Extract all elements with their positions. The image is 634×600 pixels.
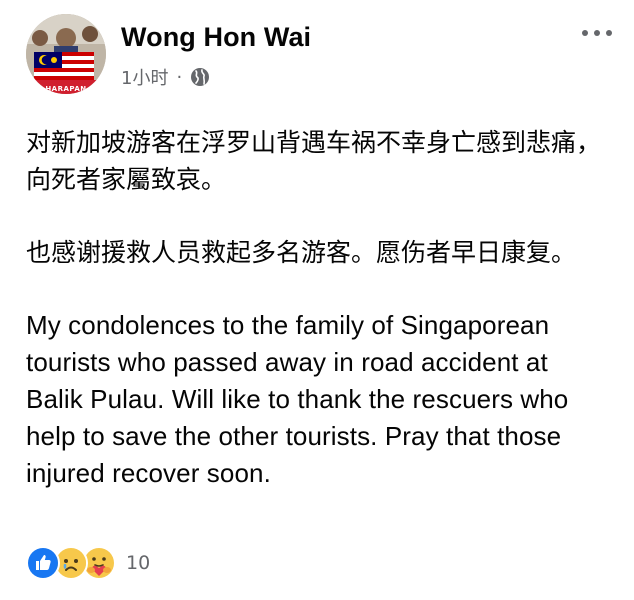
- post-header: HARAPAN Wong Hon Wai 1小时 ·: [26, 14, 616, 100]
- post-paragraph-en: My condolences to the family of Singapor…: [26, 310, 569, 488]
- more-dot: [606, 30, 612, 36]
- post-timestamp[interactable]: 1小时: [121, 64, 168, 90]
- post-meta: 1小时 ·: [121, 64, 210, 90]
- meta-separator: ·: [176, 66, 183, 88]
- more-dot: [594, 30, 600, 36]
- globe-icon[interactable]: [190, 67, 210, 87]
- more-options-icon[interactable]: [582, 30, 612, 36]
- author-avatar[interactable]: HARAPAN: [26, 14, 106, 94]
- facebook-post: HARAPAN Wong Hon Wai 1小时 · 对新加坡游客在浮罗山背遇车…: [0, 0, 634, 600]
- more-dot: [582, 30, 588, 36]
- like-reaction-icon: [26, 546, 60, 580]
- post-paragraph-zh-2: 也感谢援救人员救起多名游客。愿伤者早日康复。: [26, 238, 577, 267]
- avatar-badge-text: HARAPAN: [45, 85, 87, 93]
- reactions-summary[interactable]: 10: [26, 546, 150, 580]
- reactions-count: 10: [126, 552, 151, 574]
- post-paragraph-zh-1: 对新加坡游客在浮罗山背遇车祸不幸身亡感到悲痛，向死者家屬致哀。: [26, 128, 602, 194]
- author-name[interactable]: Wong Hon Wai: [121, 22, 311, 53]
- post-body: 对新加坡游客在浮罗山背遇车祸不幸身亡感到悲痛，向死者家屬致哀。 也感谢援救人员救…: [26, 124, 606, 528]
